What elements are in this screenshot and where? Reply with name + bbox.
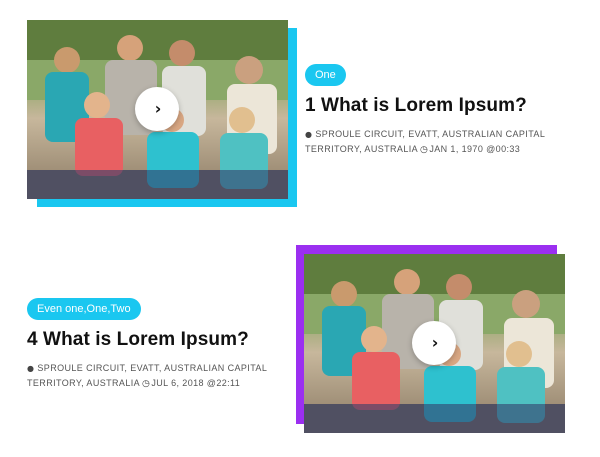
post-date: JUL 6, 2018 @22:11 (151, 378, 241, 388)
clock-icon: ◷ (420, 145, 429, 155)
post-card-2: › Even one,One,Two 4 What is Lorem Ipsum… (0, 228, 600, 456)
chevron-right-icon: › (431, 333, 439, 352)
chevron-right-icon: › (154, 99, 162, 118)
post-meta: ● SPROULE CIRCUIT, EVATT, AUSTRALIAN CAPI… (305, 127, 590, 158)
map-marker-icon: ● (27, 364, 35, 373)
post-meta: ● SPROULE CIRCUIT, EVATT, AUSTRALIAN CAPI… (27, 361, 289, 392)
post-title[interactable]: 4 What is Lorem Ipsum? (27, 329, 249, 351)
post-title[interactable]: 1 What is Lorem Ipsum? (305, 95, 527, 117)
map-marker-icon: ● (305, 130, 313, 139)
clock-icon: ◷ (142, 379, 151, 389)
play-button[interactable]: › (412, 321, 456, 365)
category-badge[interactable]: Even one,One,Two (27, 298, 141, 320)
post-card-1: › One 1 What is Lorem Ipsum? ● SPROULE CI… (0, 0, 600, 228)
play-button[interactable]: › (135, 87, 179, 131)
post-date: JAN 1, 1970 @00:33 (429, 144, 521, 154)
category-badge[interactable]: One (305, 64, 346, 86)
